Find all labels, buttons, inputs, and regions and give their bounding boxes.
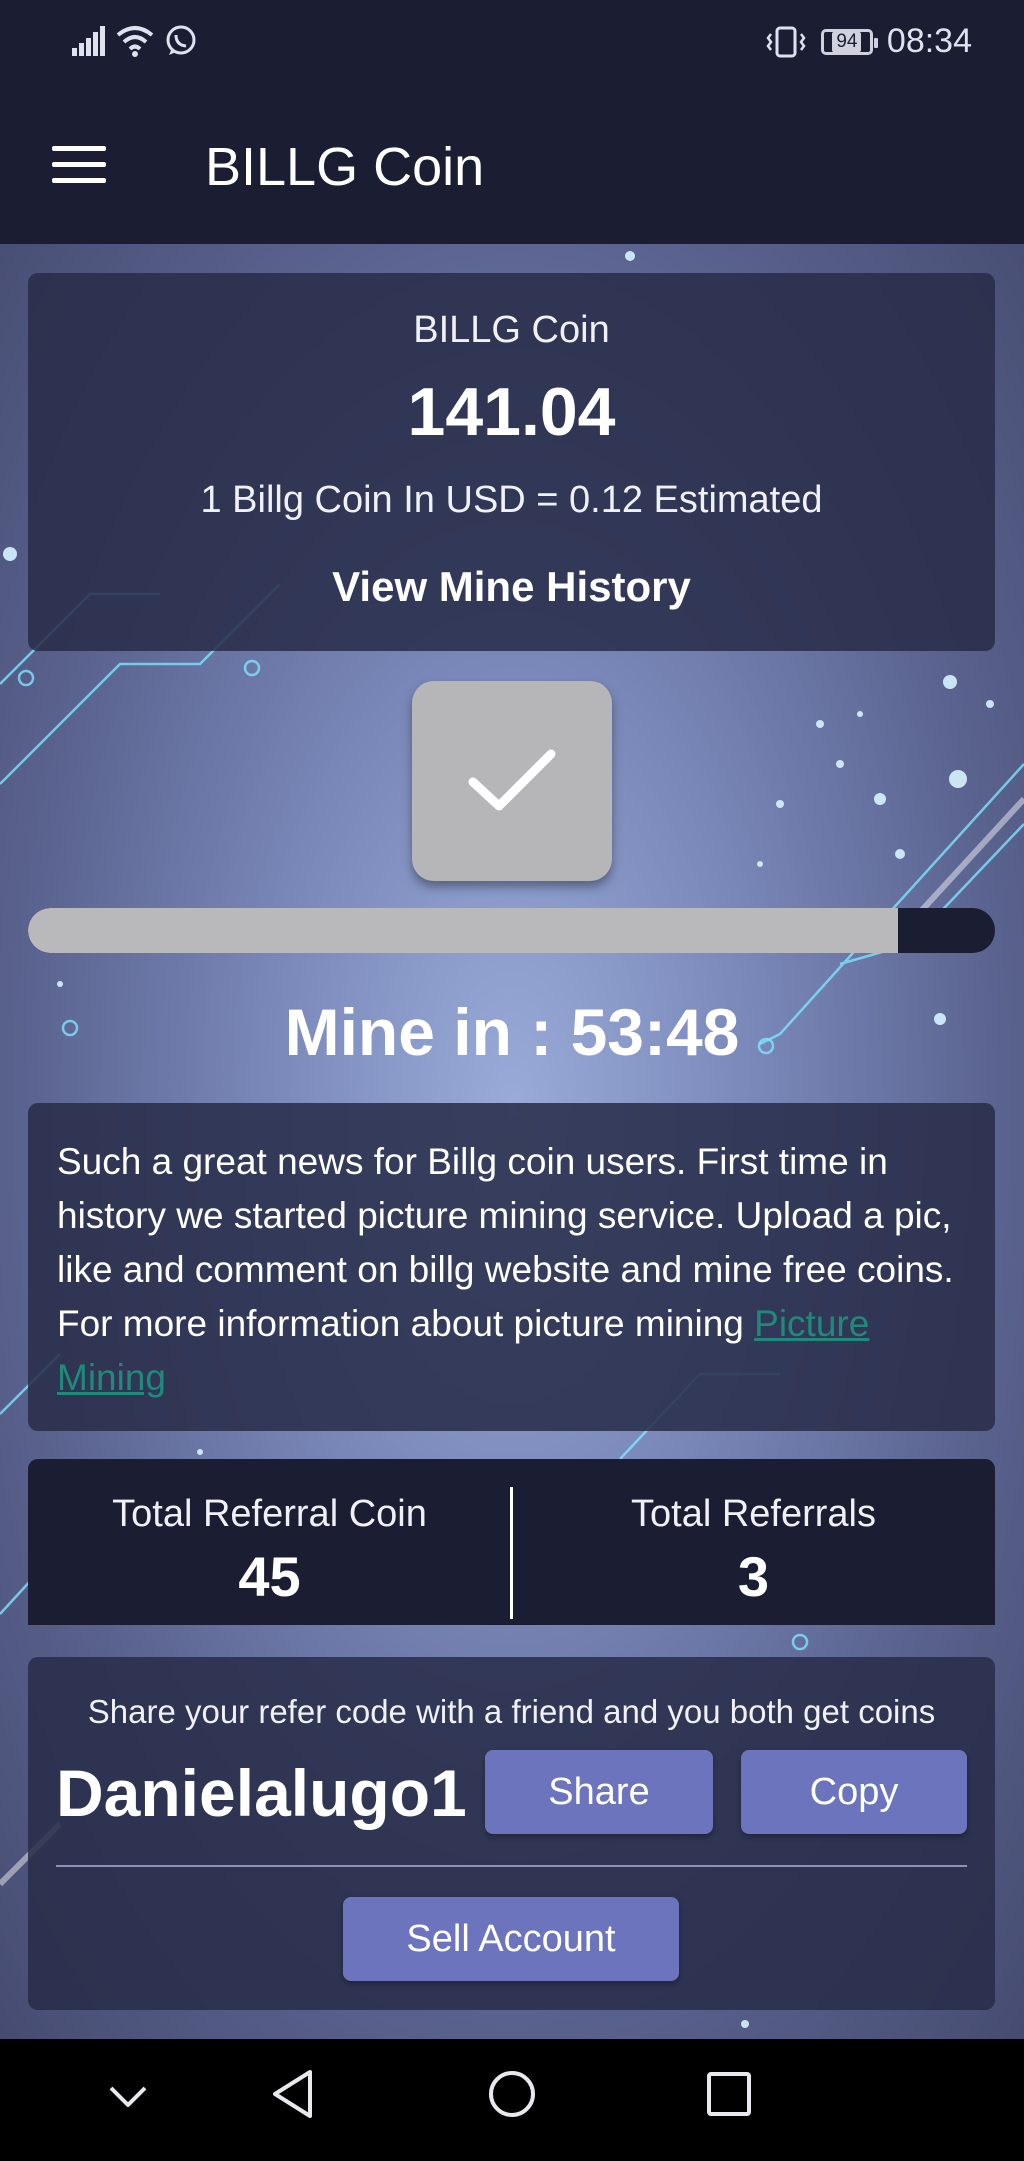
usd-rate-text: 1 Billg Coin In USD = 0.12 Estimated [200, 479, 823, 521]
vibrate-icon [766, 26, 806, 57]
copy-button[interactable]: Copy [741, 1750, 967, 1834]
mine-button[interactable] [412, 681, 612, 881]
mining-progress-fill [28, 908, 899, 953]
whatsapp-icon [166, 25, 196, 55]
refer-code: Danielalugo1 [56, 1756, 467, 1830]
balance-card: BILLG Coin 141.04 1 Billg Coin In USD = … [28, 273, 995, 651]
app-title: BILLG Coin [205, 137, 485, 197]
balance-card-title: BILLG Coin [413, 309, 610, 351]
refer-divider [56, 1865, 967, 1867]
refer-card: Share your refer code with a friend and … [28, 1657, 995, 2010]
view-mine-history-link[interactable]: View Mine History [28, 563, 995, 611]
wifi-icon [116, 26, 154, 57]
battery-level: 94 [832, 31, 862, 52]
status-right-icons: 94 08:34 [765, 22, 972, 61]
nav-hide-icon[interactable] [108, 2085, 148, 2109]
nav-back-icon[interactable] [270, 2069, 316, 2119]
status-time: 08:34 [886, 22, 972, 60]
signal-icon [72, 26, 105, 56]
menu-icon[interactable] [52, 146, 106, 186]
mining-progress-bar [28, 908, 995, 953]
total-referrals-value: 3 [737, 1545, 770, 1608]
status-left-icons [72, 24, 198, 58]
news-card: Such a great news for Billg coin users. … [28, 1103, 995, 1431]
sell-account-button[interactable]: Sell Account [343, 1897, 679, 1981]
total-referrals-label: Total Referrals [631, 1493, 876, 1535]
referral-stats-card: Total Referral Coin 45 Total Referrals 3 [28, 1459, 995, 1625]
total-referral-coin-stat: Total Referral Coin 45 [28, 1493, 511, 1609]
checkmark-icon [468, 749, 556, 811]
total-referral-coin-value: 45 [238, 1545, 301, 1608]
app-bar: BILLG Coin [0, 88, 1024, 244]
status-bar: 94 08:34 [0, 0, 1024, 88]
news-text-block: Such a great news for Billg coin users. … [57, 1135, 967, 1405]
nav-recents-icon[interactable] [706, 2071, 752, 2117]
total-referral-coin-label: Total Referral Coin [112, 1493, 427, 1535]
nav-home-icon[interactable] [487, 2069, 537, 2119]
total-referrals-stat: Total Referrals 3 [512, 1493, 995, 1609]
mine-countdown: Mine in : 53:48 [284, 995, 740, 1069]
system-nav-bar [0, 2039, 1024, 2161]
battery-icon: 94 [820, 28, 878, 55]
main-content[interactable]: BILLG Coin 141.04 1 Billg Coin In USD = … [0, 244, 1024, 2039]
coin-balance: 141.04 [407, 374, 616, 450]
refer-message: Share your refer code with a friend and … [87, 1693, 936, 1730]
share-button[interactable]: Share [485, 1750, 713, 1834]
